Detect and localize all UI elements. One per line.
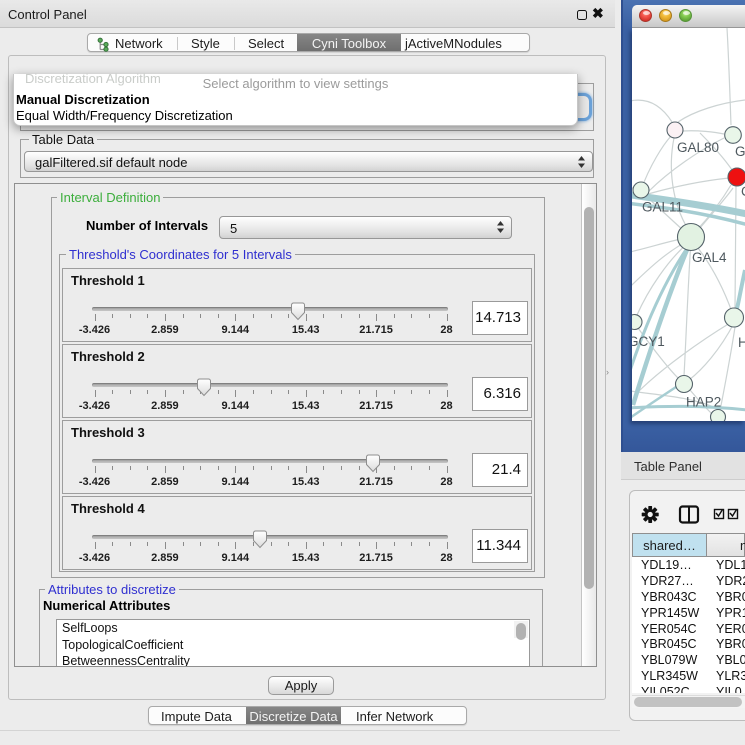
svg-text:G.: G. <box>735 144 745 159</box>
svg-text:H: H <box>738 335 745 350</box>
svg-text:GAL4: GAL4 <box>692 250 727 265</box>
svg-text:C: C <box>741 184 745 199</box>
svg-text:GAL11: GAL11 <box>642 200 683 215</box>
svg-text:GAL80: GAL80 <box>677 140 719 155</box>
svg-text:HAP2: HAP2 <box>686 395 721 410</box>
svg-text:GCY1: GCY1 <box>632 334 665 349</box>
